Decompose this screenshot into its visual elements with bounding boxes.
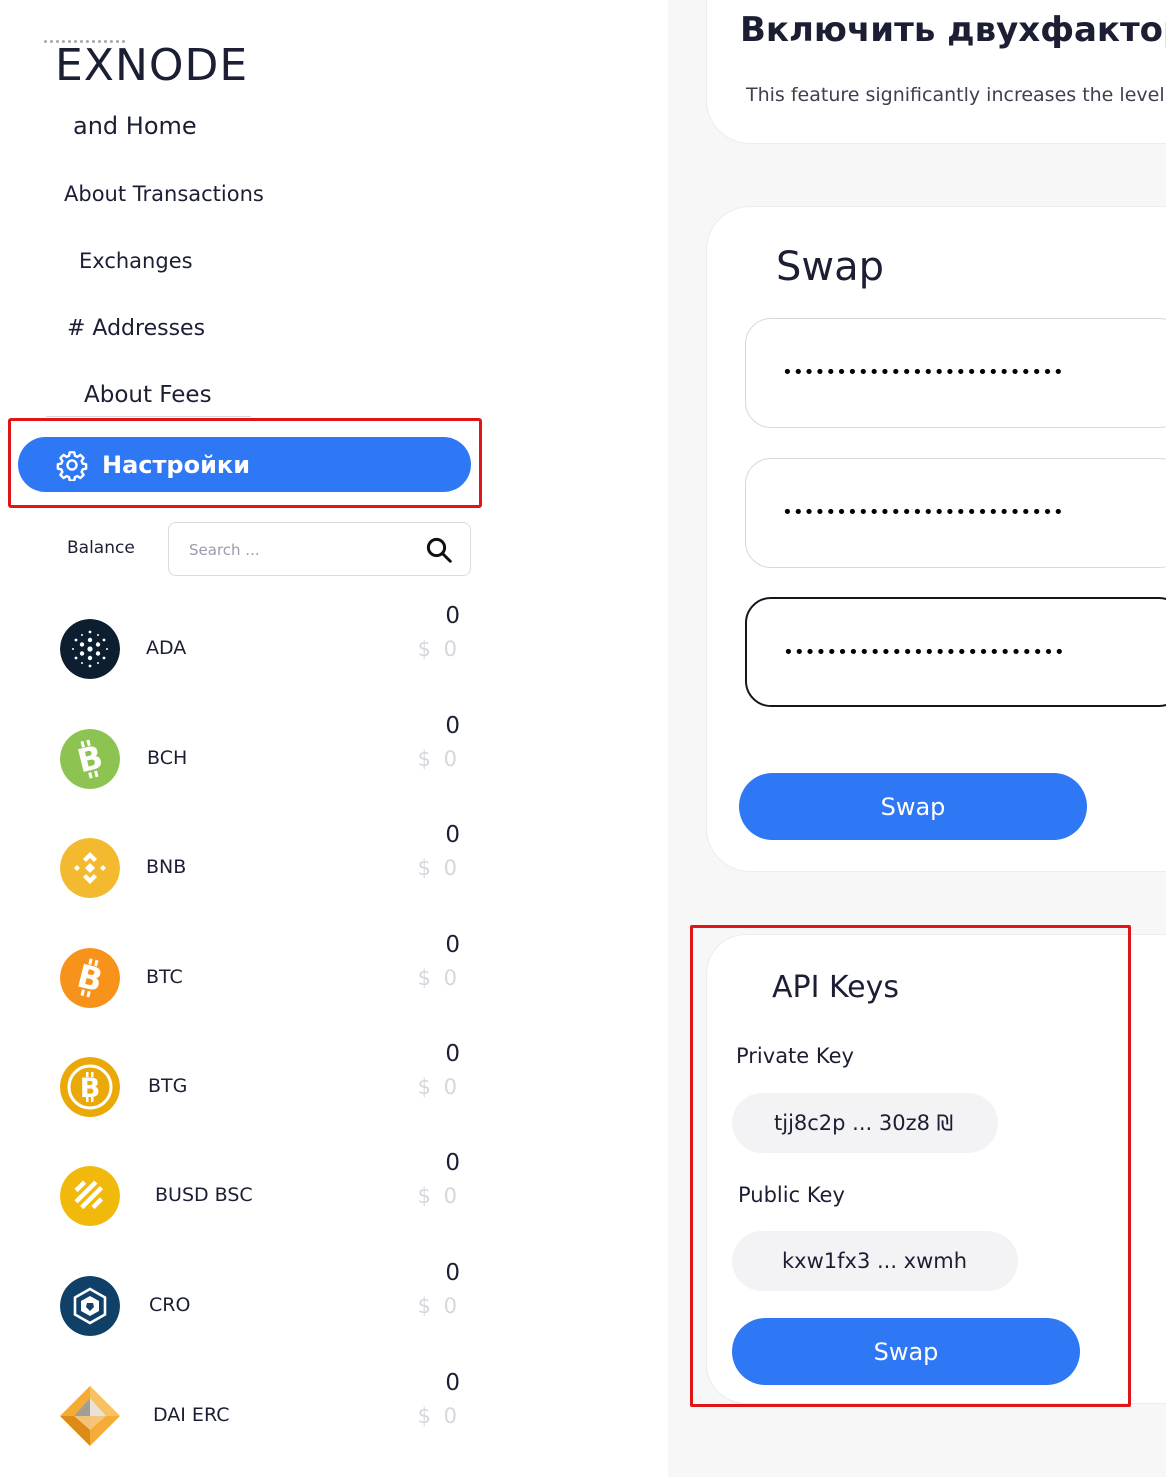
coin-name: CRO [149,1294,191,1316]
coin-amount: 0 [445,603,460,629]
search-box[interactable] [168,522,471,576]
twofa-title: Включить двухфакторну [740,10,1166,50]
coin-amount: 0 [445,713,460,739]
logo-decoration [44,30,139,43]
nav-home[interactable]: and Home [73,112,197,140]
main-content: Включить двухфакторну This feature signi… [668,0,1166,1477]
swap-button[interactable]: Swap [739,773,1087,840]
coin-row-bch[interactable]: B BCH 0 $ 0 [0,713,668,829]
private-key-value[interactable]: tjj8c2p ... 30z8 ₪ [732,1093,998,1153]
search-icon[interactable] [424,535,454,565]
balance-label: Balance [67,538,135,558]
coin-name: BTC [146,966,183,988]
cardano-icon [60,619,120,679]
password-input-3[interactable] [783,635,1083,669]
coin-row-btc[interactable]: B BTC 0 $ 0 [0,932,668,1048]
password-input-2[interactable] [782,495,1082,529]
nav-addresses[interactable]: # Addresses [67,316,205,341]
coin-row-dai-erc[interactable]: DAI ERC 0 $ 0 [0,1370,668,1477]
coin-usd-value: $ 0 [417,1075,460,1099]
coin-usd-value: $ 0 [417,1294,460,1318]
swap-title: Swap [776,244,885,290]
coin-amount: 0 [445,1260,460,1286]
bitcoin-icon: B [60,948,120,1008]
nav-fees[interactable]: About Fees [84,382,212,408]
coin-amount: 0 [445,822,460,848]
nav-transactions[interactable]: About Transactions [64,182,264,206]
coin-amount: 0 [445,1150,460,1176]
coin-usd-value: $ 0 [417,637,460,661]
coin-name: BTG [148,1075,188,1097]
coin-amount: 0 [445,932,460,958]
sidebar: EXNODE and Home About Transactions Excha… [0,0,668,1477]
password-input-1[interactable] [782,355,1082,389]
coin-name: DAI ERC [153,1404,230,1426]
password-field-1[interactable] [745,318,1166,428]
coin-usd-value: $ 0 [417,856,460,880]
coin-amount: 0 [445,1370,460,1396]
api-swap-button[interactable]: Swap [732,1318,1080,1385]
coin-row-busd-bsc[interactable]: BUSD BSC 0 $ 0 [0,1150,668,1266]
public-key-value[interactable]: kxw1fx3 ... xwmh [732,1231,1018,1291]
coin-name: BNB [146,856,187,878]
coin-usd-value: $ 0 [417,966,460,990]
logo[interactable]: EXNODE [55,40,248,91]
coin-row-bnb[interactable]: BNB 0 $ 0 [0,822,668,938]
public-key-label: Public Key [738,1183,845,1207]
api-keys-title: API Keys [772,970,900,1005]
dai-icon [60,1386,120,1446]
svg-text:B: B [80,1073,101,1104]
bitcoin-cash-icon: B [60,729,120,789]
coin-name: ADA [146,637,187,659]
settings-button[interactable]: Настройки [18,437,471,492]
divider [46,416,251,417]
coin-name: BCH [147,747,188,769]
coin-usd-value: $ 0 [417,747,460,771]
coin-row-cro[interactable]: CRO 0 $ 0 [0,1260,668,1376]
busd-icon [60,1166,120,1226]
cronos-icon [60,1276,120,1336]
coin-amount: 0 [445,1041,460,1067]
search-input[interactable] [189,537,419,563]
coin-usd-value: $ 0 [417,1184,460,1208]
settings-label: Настройки [102,450,251,479]
password-field-3[interactable] [745,597,1166,707]
password-field-2[interactable] [745,458,1166,568]
coin-row-btg[interactable]: B BTG 0 $ 0 [0,1041,668,1157]
private-key-label: Private Key [736,1044,854,1068]
nav-exchanges[interactable]: Exchanges [79,249,193,273]
gear-icon [56,450,88,481]
bitcoin-gold-icon: B [60,1057,120,1117]
binance-icon [60,838,120,898]
coin-usd-value: $ 0 [417,1404,460,1428]
coin-row-ada[interactable]: ADA 0 $ 0 [0,603,668,719]
coin-name: BUSD BSC [155,1184,253,1206]
twofa-description: This feature significantly increases the… [746,84,1165,106]
